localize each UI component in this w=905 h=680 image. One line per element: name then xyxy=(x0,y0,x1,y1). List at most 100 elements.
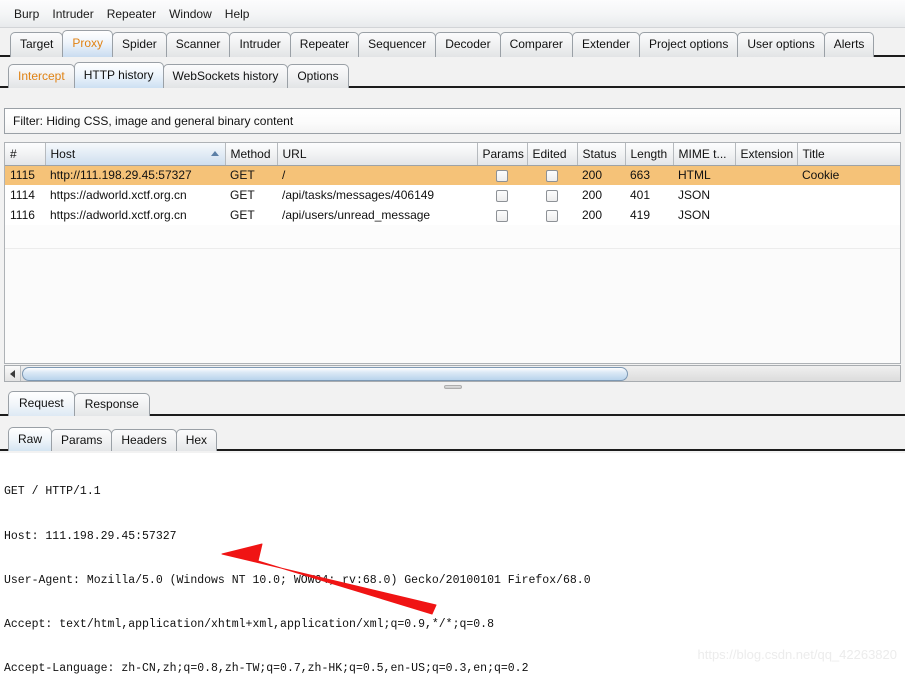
tab-request[interactable]: Request xyxy=(8,391,75,416)
tab-decoder[interactable]: Decoder xyxy=(435,32,501,57)
tab-intruder[interactable]: Intruder xyxy=(229,32,291,57)
cell-length: 401 xyxy=(625,185,673,205)
table-header-row: # Host Method URL Params Edited Status L… xyxy=(5,143,900,166)
cell-number: 1116 xyxy=(5,205,45,225)
cell-number: 1114 xyxy=(5,185,45,205)
menu-item-window[interactable]: Window xyxy=(163,5,219,23)
tab-comparer[interactable]: Comparer xyxy=(499,32,573,57)
subtab-http-history[interactable]: HTTP history xyxy=(73,62,164,88)
cell-title: Cookie xyxy=(797,165,900,185)
column-header-host[interactable]: Host xyxy=(45,143,226,166)
params-checkbox[interactable] xyxy=(496,209,508,222)
header-accept-language: Accept-Language: zh-CN,zh;q=0.8,zh-TW;q=… xyxy=(4,661,529,675)
http-history-table: # Host Method URL Params Edited Status L… xyxy=(4,142,901,364)
column-header-number[interactable]: # xyxy=(5,143,46,166)
arrow-left-icon xyxy=(10,369,15,378)
burp-suite-window: Burp Intruder Repeater Window Help Targe… xyxy=(0,0,905,680)
cell-url: /api/tasks/messages/406149 xyxy=(277,185,477,205)
table-row[interactable]: 1116 https://adworld.xctf.org.cn GET /ap… xyxy=(5,205,900,225)
menu-item-help[interactable]: Help xyxy=(219,5,257,23)
tab-scanner[interactable]: Scanner xyxy=(165,32,231,57)
cell-edited xyxy=(527,165,577,185)
cell-params xyxy=(477,205,527,225)
cell-extension xyxy=(735,165,797,185)
edited-checkbox[interactable] xyxy=(546,189,558,202)
cell-mime-type: JSON xyxy=(673,205,735,225)
table-empty-area xyxy=(5,248,900,363)
scroll-left-button[interactable] xyxy=(5,366,21,381)
column-header-length[interactable]: Length xyxy=(625,143,674,166)
cell-status: 200 xyxy=(577,165,625,185)
edited-checkbox[interactable] xyxy=(546,170,558,183)
subtab-intercept[interactable]: Intercept xyxy=(8,64,75,88)
cell-length: 419 xyxy=(625,205,673,225)
params-checkbox[interactable] xyxy=(496,189,508,202)
tab-project-options[interactable]: Project options xyxy=(638,32,739,57)
column-header-title[interactable]: Title xyxy=(797,143,900,166)
cell-host: http://111.198.29.45:57327 xyxy=(45,165,225,185)
menu-item-intruder[interactable]: Intruder xyxy=(46,5,100,23)
tab-sequencer[interactable]: Sequencer xyxy=(358,32,437,57)
cell-extension xyxy=(735,185,797,205)
header-accept: Accept: text/html,application/xhtml+xml,… xyxy=(4,617,494,631)
subtab-websockets-history[interactable]: WebSockets history xyxy=(162,64,289,88)
tab-spider[interactable]: Spider xyxy=(112,32,167,57)
column-header-host-label: Host xyxy=(50,146,76,161)
filter-text: Filter: Hiding CSS, image and general bi… xyxy=(13,114,294,128)
tab-user-options[interactable]: User options xyxy=(737,32,825,57)
cell-params xyxy=(477,185,527,205)
cell-mime-type: HTML xyxy=(673,165,735,185)
params-checkbox[interactable] xyxy=(496,170,508,183)
column-header-method[interactable]: Method xyxy=(225,143,278,166)
tab-extender[interactable]: Extender xyxy=(571,32,640,57)
proxy-sub-tab-bar: Intercept HTTP history WebSockets histor… xyxy=(0,60,905,88)
header-host: Host: 111.198.29.45:57327 xyxy=(4,529,177,543)
cell-length: 663 xyxy=(625,165,673,185)
column-header-mime-type[interactable]: MIME t... xyxy=(673,143,736,166)
header-user-agent: User-Agent: Mozilla/5.0 (Windows NT 10.0… xyxy=(4,573,591,587)
column-header-extension[interactable]: Extension xyxy=(735,143,798,166)
column-header-status[interactable]: Status xyxy=(577,143,626,166)
tab-response[interactable]: Response xyxy=(73,393,150,416)
cell-extension xyxy=(735,205,797,225)
cell-number: 1115 xyxy=(5,165,45,185)
cell-method: GET xyxy=(225,205,277,225)
cell-edited xyxy=(527,205,577,225)
cell-url: /api/users/unread_message xyxy=(277,205,477,225)
table-row[interactable]: 1114 https://adworld.xctf.org.cn GET /ap… xyxy=(5,185,900,205)
menu-item-burp[interactable]: Burp xyxy=(8,5,46,23)
cell-title xyxy=(797,205,900,225)
tab-proxy[interactable]: Proxy xyxy=(62,30,114,57)
tab-raw[interactable]: Raw xyxy=(8,427,53,451)
raw-request-viewer[interactable]: GET / HTTP/1.1 Host: 111.198.29.45:57327… xyxy=(0,453,905,680)
subtab-options[interactable]: Options xyxy=(287,64,349,88)
tab-alerts[interactable]: Alerts xyxy=(823,32,875,57)
menu-bar: Burp Intruder Repeater Window Help xyxy=(0,0,905,28)
tab-hex[interactable]: Hex xyxy=(175,429,218,451)
column-header-params[interactable]: Params xyxy=(477,143,528,166)
tab-target[interactable]: Target xyxy=(10,32,64,57)
cell-url: / xyxy=(277,165,477,185)
tab-params[interactable]: Params xyxy=(51,429,113,451)
table-row[interactable]: 1115 http://111.198.29.45:57327 GET / 20… xyxy=(5,165,900,185)
edited-checkbox[interactable] xyxy=(546,209,558,222)
cell-method: GET xyxy=(225,165,277,185)
message-tab-bar: Request Response xyxy=(0,390,905,416)
cell-host: https://adworld.xctf.org.cn xyxy=(45,185,225,205)
watermark: https://blog.csdn.net/qq_42263820 xyxy=(697,647,898,662)
table-horizontal-scrollbar[interactable] xyxy=(4,365,901,382)
cell-edited xyxy=(527,185,577,205)
cell-title xyxy=(797,185,900,205)
cell-params xyxy=(477,165,527,185)
splitter-grip[interactable] xyxy=(443,385,462,389)
cell-status: 200 xyxy=(577,205,625,225)
cell-method: GET xyxy=(225,185,277,205)
scrollbar-thumb[interactable] xyxy=(22,366,628,381)
column-header-edited[interactable]: Edited xyxy=(527,143,578,166)
menu-item-repeater[interactable]: Repeater xyxy=(101,5,163,23)
column-header-url[interactable]: URL xyxy=(277,143,478,166)
tab-repeater[interactable]: Repeater xyxy=(289,32,360,57)
filter-bar[interactable]: Filter: Hiding CSS, image and general bi… xyxy=(4,108,901,134)
request-line: GET / HTTP/1.1 xyxy=(4,485,101,499)
tab-headers[interactable]: Headers xyxy=(111,429,177,451)
